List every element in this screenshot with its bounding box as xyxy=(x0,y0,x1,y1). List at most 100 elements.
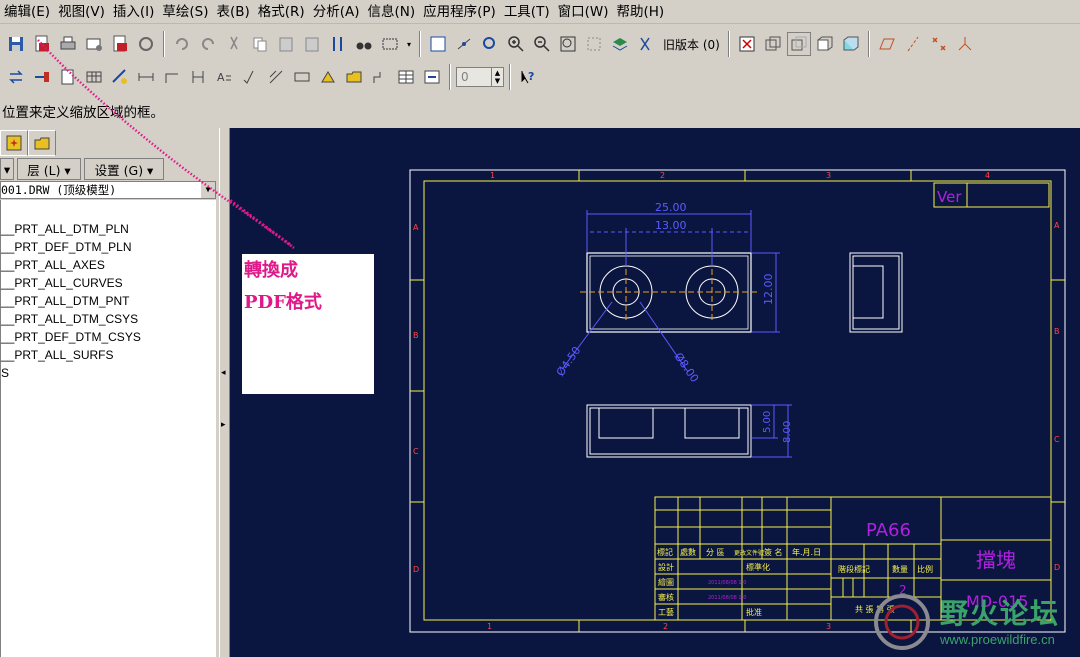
menu-window[interactable]: 窗口(W) xyxy=(556,1,615,23)
menu-info[interactable]: 信息(N) xyxy=(365,1,421,23)
tb-header-3: 更改文件號 xyxy=(734,549,764,557)
tb-date-1: 2011/08/08 1:0 xyxy=(708,580,746,586)
toolbar-separator xyxy=(449,64,451,90)
dim-d45: Ø4.50 xyxy=(554,344,584,379)
layer-tree: __PRT_ALL_DTM_PLN __PRT_DEF_DTM_PLN __PR… xyxy=(0,200,216,657)
repaint-icon[interactable] xyxy=(582,32,606,56)
tree-item[interactable]: S xyxy=(1,364,216,382)
top-view xyxy=(586,404,752,458)
tb-date-2: 2011/08/08 1:0 xyxy=(708,595,746,601)
annotation-box: 轉換成 PDF格式 xyxy=(242,254,374,394)
tree-item[interactable]: __PRT_DEF_DTM_CSYS xyxy=(1,328,216,346)
toolbar-separator xyxy=(419,31,421,57)
dim-25: 25.00 xyxy=(655,201,687,214)
tb-weight: 數量 xyxy=(892,564,908,574)
hidden-line-icon[interactable] xyxy=(786,32,811,56)
symbol-icon[interactable] xyxy=(316,65,340,89)
spinner-value: 0 xyxy=(461,70,469,84)
toolbar-separator xyxy=(867,31,870,57)
annotation-line-2: PDF格式 xyxy=(244,292,322,313)
insert-table-icon[interactable] xyxy=(394,65,418,89)
zone-labels: 1 2 3 4 1 2 3 A B C D A B C D xyxy=(413,171,1060,631)
zone-bottom-3: 3 xyxy=(826,622,831,631)
tb-design: 設計 xyxy=(658,562,674,572)
zone-right-b: B xyxy=(1054,327,1060,336)
zoom-fit-icon[interactable] xyxy=(556,32,580,56)
dim-5: 5.00 xyxy=(762,411,773,433)
zone-side-d: D xyxy=(413,565,419,574)
zone-top-3: 3 xyxy=(826,171,831,180)
tree-item[interactable]: __PRT_ALL_CURVES xyxy=(1,274,216,292)
forum-watermark: 野火论坛 www.proewildfire.cn xyxy=(868,588,1080,657)
dim-12: 12.00 xyxy=(762,274,775,306)
datum-display-icon[interactable] xyxy=(426,32,450,56)
tb-header-1: 處數 xyxy=(680,547,696,557)
tb-checked: 審核 xyxy=(658,592,674,602)
watermark-url: www.proewildfire.cn xyxy=(940,632,1055,647)
close-window-icon[interactable] xyxy=(735,32,759,56)
zone-top-4: 4 xyxy=(985,171,990,180)
annotation-arrow-overlay xyxy=(37,39,295,250)
datum-point-icon[interactable] xyxy=(927,32,951,56)
tree-item[interactable]: __PRT_ALL_DTM_PNT xyxy=(1,292,216,310)
side-view xyxy=(849,252,903,333)
tb-header-5: 年.月.日 xyxy=(792,547,821,557)
sheet-outer-border xyxy=(409,169,1066,633)
legacy-version-icon[interactable] xyxy=(634,32,658,56)
dim-8: 8.00 xyxy=(782,421,793,443)
paste-special-icon[interactable] xyxy=(300,32,324,56)
zone-bottom-2: 2 xyxy=(663,622,668,631)
watermark-title: 野火论坛 xyxy=(940,597,1061,630)
update-table-icon[interactable] xyxy=(420,65,444,89)
menu-applications[interactable]: 应用程序(P) xyxy=(421,1,502,23)
expand-right-icon[interactable]: ▸ xyxy=(221,420,226,430)
zoom-out-icon[interactable] xyxy=(530,32,554,56)
tree-item[interactable]: __PRT_ALL_SURFS xyxy=(1,346,216,364)
zone-top-2: 2 xyxy=(660,171,665,180)
zone-side-c: C xyxy=(413,447,419,456)
select-box-icon[interactable] xyxy=(378,32,402,56)
dropdown-arrow-icon[interactable]: ▾ xyxy=(404,32,414,56)
layers-icon[interactable] xyxy=(608,32,632,56)
legacy-version-label[interactable]: 旧版本 (0) xyxy=(660,36,723,53)
context-help-icon[interactable]: ? xyxy=(516,65,540,89)
find-icon[interactable] xyxy=(352,32,376,56)
shading-icon[interactable] xyxy=(839,32,863,56)
refit-icon[interactable] xyxy=(478,32,502,56)
tree-item[interactable]: __PRT_ALL_DTM_CSYS xyxy=(1,310,216,328)
toolbar-separator xyxy=(727,31,730,57)
tb-stage-mark: 階段標記 xyxy=(838,564,870,574)
zone-right-a: A xyxy=(1054,221,1060,230)
datum-plane-icon[interactable] xyxy=(875,32,899,56)
coordinate-system-icon[interactable] xyxy=(953,32,977,56)
sort-icon[interactable] xyxy=(326,32,350,56)
datum-axis-icon[interactable] xyxy=(901,32,925,56)
tb-header-0: 標記 xyxy=(657,547,673,557)
spinner-arrows-icon[interactable]: ▲ ▼ xyxy=(491,68,503,86)
svg-text:?: ? xyxy=(528,70,534,83)
part-name: 擋塊 xyxy=(976,548,1016,572)
tb-header-2: 分 區 xyxy=(706,548,725,557)
balloon-icon[interactable] xyxy=(368,65,392,89)
no-hidden-icon[interactable] xyxy=(813,32,837,56)
menu-help[interactable]: 帮助(H) xyxy=(614,1,670,23)
tb-standardization: 標準化 xyxy=(746,562,770,572)
tb-scale: 比例 xyxy=(917,564,933,574)
zoom-in-icon[interactable] xyxy=(504,32,528,56)
menu-analysis[interactable]: 分析(A) xyxy=(311,1,366,23)
axis-icon[interactable] xyxy=(452,32,476,56)
front-dimensions xyxy=(562,210,780,373)
ver-label: Ver xyxy=(937,188,962,206)
toolbar-separator xyxy=(509,64,511,90)
dim-13: 13.00 xyxy=(655,219,687,232)
annotation-trail xyxy=(37,39,295,250)
zone-ticks xyxy=(410,170,1065,632)
tb-header-4: 簽 名 xyxy=(764,547,783,557)
value-spinner[interactable]: 0 ▲ ▼ xyxy=(456,67,504,87)
menu-tools[interactable]: 工具(T) xyxy=(502,1,556,23)
collapse-left-icon[interactable]: ◂ xyxy=(221,368,226,378)
wireframe-icon[interactable] xyxy=(761,32,785,56)
material-label: PA66 xyxy=(866,520,911,541)
dim-d8: Ø8.00 xyxy=(672,350,702,385)
folder-symbol-icon[interactable] xyxy=(342,65,366,89)
